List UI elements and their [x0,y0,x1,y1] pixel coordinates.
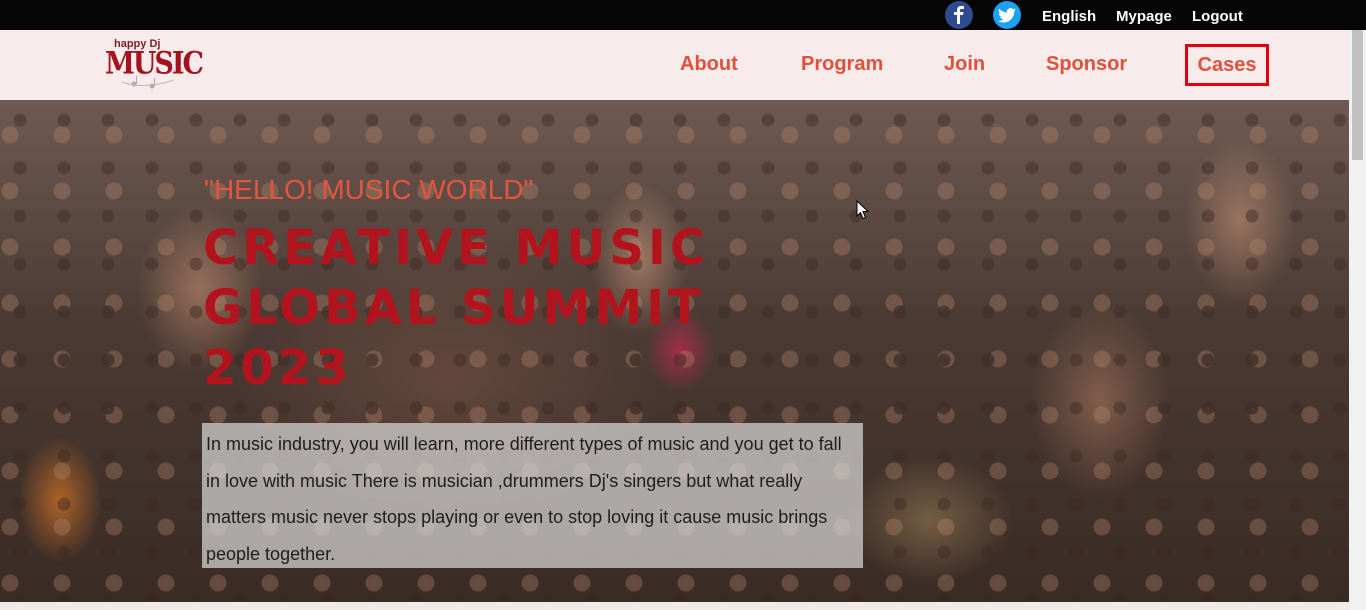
nav-join[interactable]: Join [944,52,985,76]
hero-title: CREATIVE MUSIC GLOBAL SUMMIT 2023 [203,220,710,396]
nav-program[interactable]: Program [801,52,883,76]
hero-subtitle: "HELLO! MUSIC WORLD" [204,174,534,205]
nav-sponsor[interactable]: Sponsor [1046,52,1127,76]
mypage-link[interactable]: Mypage [1116,8,1172,25]
facebook-link[interactable] [945,1,973,29]
bottom-strip [0,602,1349,610]
site-logo[interactable]: happy Dj MUSIC [104,38,204,90]
twitter-icon [998,7,1016,22]
logo-big-text: MUSIC [105,46,204,82]
language-link[interactable]: English [1042,8,1096,25]
nav-about[interactable]: About [680,52,738,76]
top-bar: English Mypage Logout [0,0,1366,30]
twitter-link[interactable] [993,1,1021,29]
hero-description: In music industry, you will learn, more … [202,423,863,568]
mouse-cursor-icon [856,200,870,220]
site-header: happy Dj MUSIC About Program Join Sponso… [0,30,1349,100]
page-scrollbar[interactable] [1349,30,1366,610]
scrollbar-thumb[interactable] [1352,30,1363,160]
facebook-icon [954,6,964,24]
hero-banner: "HELLO! MUSIC WORLD" CREATIVE MUSIC GLOB… [0,100,1349,602]
nav-cases[interactable]: Cases [1185,44,1269,86]
logout-link[interactable]: Logout [1192,8,1243,25]
